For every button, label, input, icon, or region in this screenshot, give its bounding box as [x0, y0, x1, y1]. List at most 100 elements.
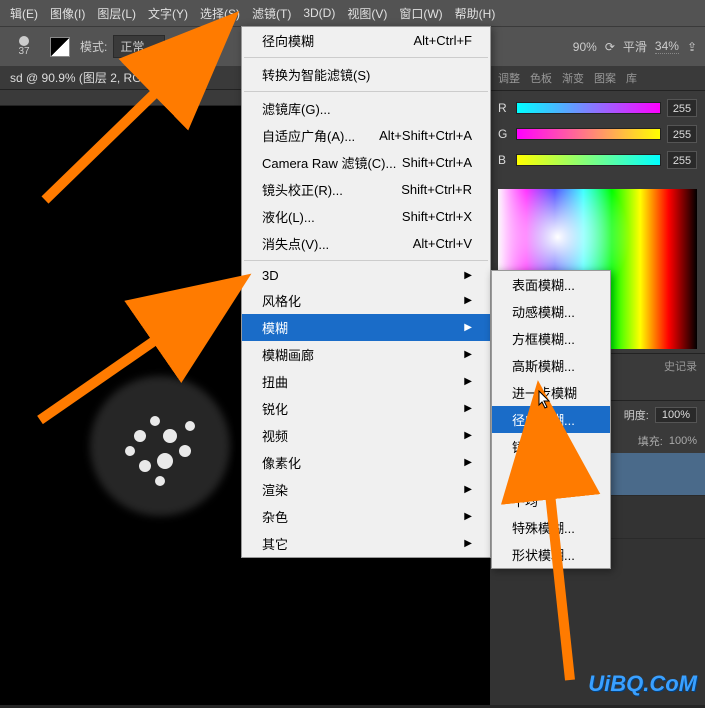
fill-value[interactable]: 100%	[669, 435, 697, 447]
menu-separator	[244, 57, 488, 58]
panel-tab-0[interactable]: 调整	[498, 70, 520, 86]
submenu-item[interactable]: 进一步模糊	[492, 379, 610, 406]
menu-7[interactable]: 视图(V)	[341, 5, 393, 22]
menu-item[interactable]: 液化(L)...Shift+Ctrl+X	[242, 203, 490, 230]
fill-label: 填充:	[638, 433, 663, 449]
menu-item[interactable]: 自适应广角(A)...Alt+Shift+Ctrl+A	[242, 122, 490, 149]
submenu-arrow-icon: ▶	[464, 349, 472, 360]
color-panel: R 255 G 255 B 255	[490, 91, 705, 185]
shortcut: Alt+Shift+Ctrl+A	[379, 128, 472, 143]
menu-item[interactable]: 镜头校正(R)...Shift+Ctrl+R	[242, 176, 490, 203]
slider-value[interactable]: 255	[667, 125, 697, 143]
menu-item[interactable]: 像素化▶	[242, 449, 490, 476]
slider-label: G	[498, 127, 510, 141]
submenu-item[interactable]: 方框模糊...	[492, 325, 610, 352]
mode-label: 模式:	[80, 38, 107, 55]
panel-tab-1[interactable]: 色板	[530, 70, 552, 86]
submenu-item[interactable]: 形状模糊...	[492, 541, 610, 568]
submenu-item[interactable]: 径向模糊...	[492, 406, 610, 433]
smooth-value[interactable]: 34%	[655, 39, 679, 54]
slider-R: R 255	[498, 99, 697, 117]
submenu-item[interactable]: 镜头模糊...	[492, 433, 610, 460]
menu-separator	[244, 260, 488, 261]
opacity-value[interactable]: 100%	[655, 407, 697, 423]
shortcut: Alt+Ctrl+V	[413, 236, 472, 251]
menu-5[interactable]: 滤镜(T)	[246, 5, 297, 22]
smooth-label: 平滑	[623, 38, 647, 55]
menu-separator	[244, 91, 488, 92]
shortcut: Shift+Ctrl+A	[402, 155, 472, 170]
slider-track[interactable]	[516, 128, 661, 140]
panel-tabs: 调整色板渐变图案库	[490, 66, 705, 91]
submenu-item[interactable]: 平均	[492, 487, 610, 514]
submenu-arrow-icon: ▶	[464, 484, 472, 495]
slider-label: B	[498, 153, 510, 167]
submenu-item[interactable]: 特殊模糊...	[492, 514, 610, 541]
panel-tab-4[interactable]: 库	[626, 70, 637, 86]
menu-item[interactable]: Camera Raw 滤镜(C)...Shift+Ctrl+A	[242, 149, 490, 176]
menu-item[interactable]: 其它▶	[242, 530, 490, 557]
menu-4[interactable]: 选择(S)	[194, 5, 246, 22]
filter-menu: 径向模糊Alt+Ctrl+F 转换为智能滤镜(S) 滤镜库(G)...自适应广角(A…	[241, 26, 491, 558]
slider-B: B 255	[498, 151, 697, 169]
shortcut: Shift+Ctrl+X	[402, 209, 472, 224]
swatch-icon[interactable]	[50, 37, 70, 57]
menu-item[interactable]: 消失点(V)...Alt+Ctrl+V	[242, 230, 490, 257]
menu-6[interactable]: 3D(D)	[297, 6, 341, 20]
menu-item[interactable]: 锐化▶	[242, 395, 490, 422]
submenu-item[interactable]: 表面模糊...	[492, 271, 610, 298]
menu-item[interactable]: 模糊▶	[242, 314, 490, 341]
share-icon[interactable]: ⇪	[687, 40, 697, 54]
zoom-value[interactable]: 90%	[573, 40, 597, 54]
submenu-item[interactable]: 高斯模糊...	[492, 352, 610, 379]
shortcut: Shift+Ctrl+R	[401, 182, 472, 197]
submenu-arrow-icon: ▶	[464, 403, 472, 414]
watermark: UiBQ.CоM	[588, 671, 697, 697]
menu-item[interactable]: 风格化▶	[242, 287, 490, 314]
opacity-label: 明度:	[624, 407, 649, 423]
menu-item[interactable]: 径向模糊Alt+Ctrl+F	[242, 27, 490, 54]
slider-G: G 255	[498, 125, 697, 143]
submenu-arrow-icon: ▶	[464, 376, 472, 387]
submenu-item[interactable]: 动感模糊...	[492, 298, 610, 325]
blur-submenu: 表面模糊...动感模糊...方框模糊...高斯模糊...进一步模糊径向模糊...…	[491, 270, 611, 569]
submenu-item[interactable]: 模糊	[492, 460, 610, 487]
menu-item[interactable]: 滤镜库(G)...	[242, 95, 490, 122]
brush-preset[interactable]: 37	[8, 31, 40, 63]
slider-track[interactable]	[516, 102, 661, 114]
brush-size: 37	[18, 46, 29, 57]
panel-tab-3[interactable]: 图案	[594, 70, 616, 86]
menu-item[interactable]: 模糊画廊▶	[242, 341, 490, 368]
menu-item[interactable]: 渲染▶	[242, 476, 490, 503]
rotate-icon[interactable]: ⟳	[605, 40, 615, 54]
menu-item[interactable]: 转换为智能滤镜(S)	[242, 61, 490, 88]
mode-dropdown[interactable]: 正常	[113, 35, 165, 58]
menu-8[interactable]: 窗口(W)	[393, 5, 448, 22]
submenu-arrow-icon: ▶	[464, 430, 472, 441]
shortcut: Alt+Ctrl+F	[413, 33, 472, 48]
menu-2[interactable]: 图层(L)	[91, 5, 142, 22]
slider-value[interactable]: 255	[667, 99, 697, 117]
menu-bar: 辑(E)图像(I)图层(L)文字(Y)选择(S)滤镜(T)3D(D)视图(V)窗…	[0, 0, 705, 26]
menu-9[interactable]: 帮助(H)	[449, 5, 502, 22]
submenu-arrow-icon: ▶	[464, 295, 472, 306]
submenu-arrow-icon: ▶	[464, 538, 472, 549]
panel-tab-2[interactable]: 渐变	[562, 70, 584, 86]
menu-item[interactable]: 视频▶	[242, 422, 490, 449]
menu-item[interactable]: 扭曲▶	[242, 368, 490, 395]
menu-item[interactable]: 杂色▶	[242, 503, 490, 530]
slider-label: R	[498, 101, 510, 115]
menu-0[interactable]: 辑(E)	[4, 5, 44, 22]
submenu-arrow-icon: ▶	[464, 457, 472, 468]
history-label[interactable]: 史记录	[664, 358, 697, 374]
menu-1[interactable]: 图像(I)	[44, 5, 91, 22]
submenu-arrow-icon: ▶	[464, 270, 472, 281]
menu-item[interactable]: 3D▶	[242, 264, 490, 287]
slider-track[interactable]	[516, 154, 661, 166]
submenu-arrow-icon: ▶	[464, 511, 472, 522]
submenu-arrow-icon: ▶	[464, 322, 472, 333]
blend-mode: 模式: 正常	[80, 35, 165, 58]
slider-value[interactable]: 255	[667, 151, 697, 169]
menu-3[interactable]: 文字(Y)	[142, 5, 194, 22]
brush-dot-icon	[19, 36, 29, 46]
